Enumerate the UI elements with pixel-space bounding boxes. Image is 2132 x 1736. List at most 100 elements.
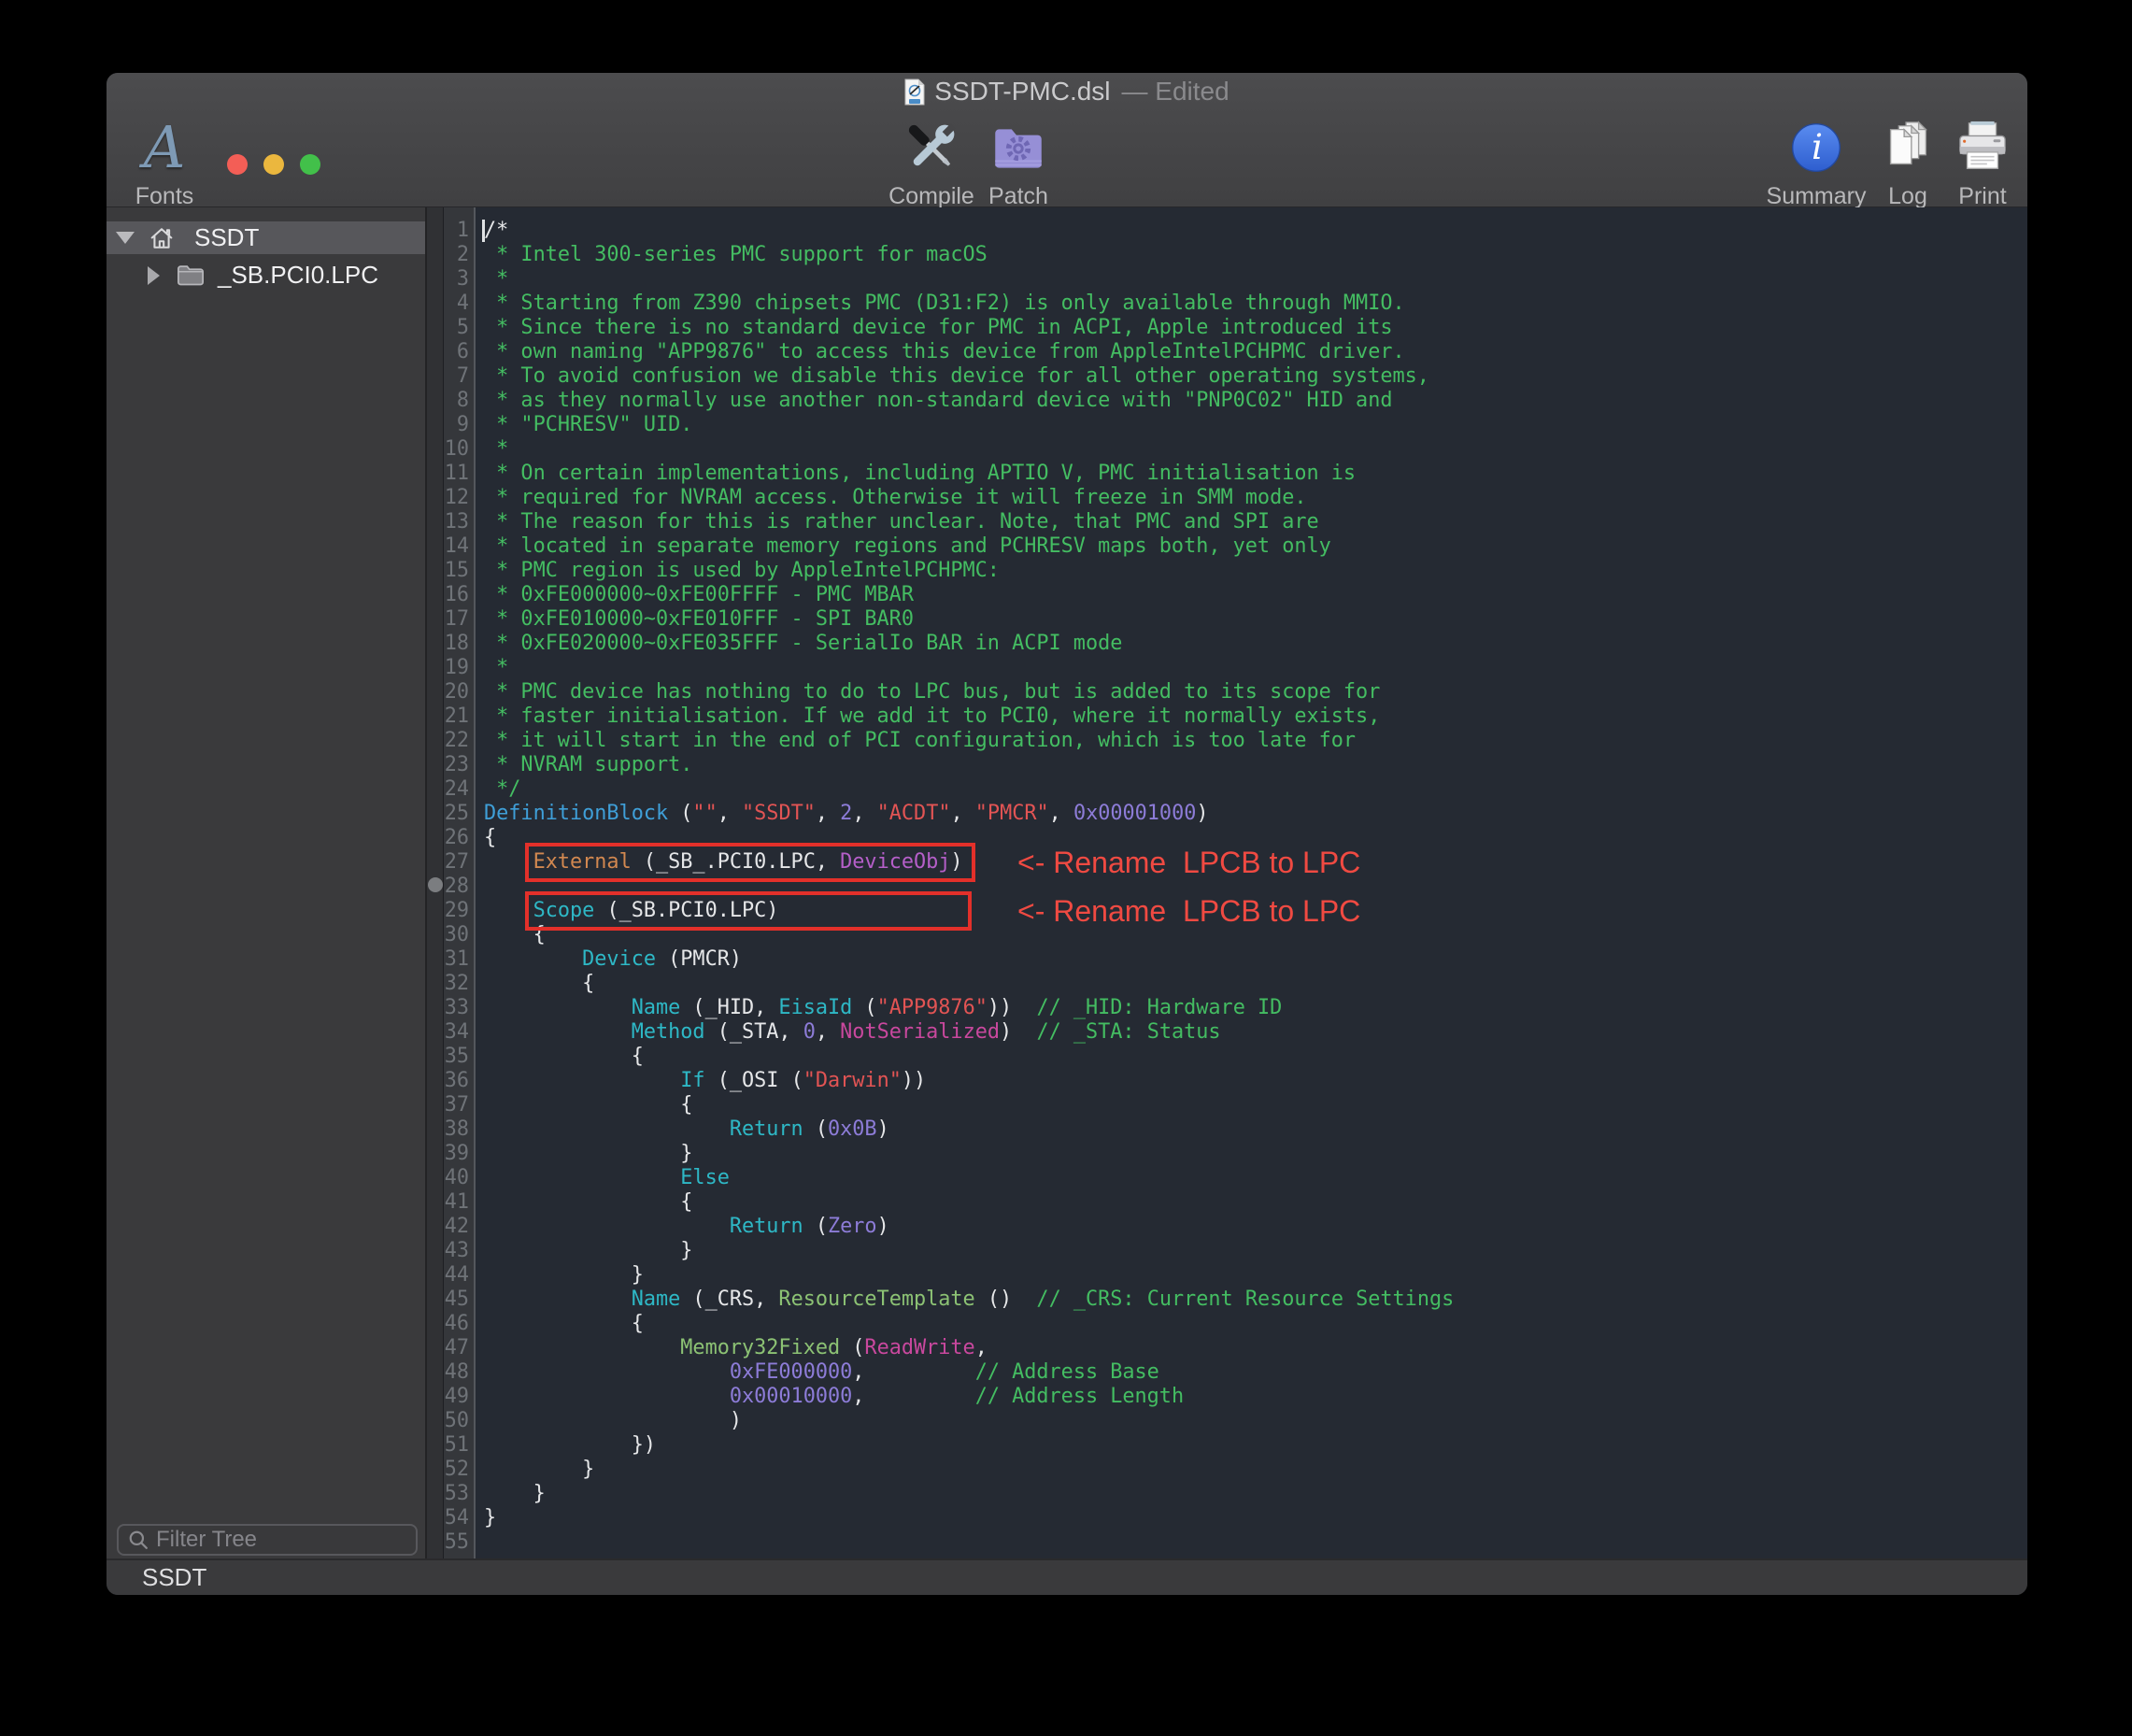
line-number: 48 — [444, 1360, 474, 1385]
line-number: 23 — [444, 753, 474, 777]
code-line: ) — [484, 1409, 2027, 1433]
disclosure-open-icon[interactable] — [116, 232, 135, 244]
code-line: } — [484, 1263, 2027, 1288]
code-line: * PMC device has nothing to do to LPC bu… — [484, 680, 2027, 704]
line-number: 55 — [444, 1530, 474, 1555]
summary-button[interactable]: i Summary — [1765, 114, 1868, 210]
patch-folder-icon — [988, 117, 1049, 178]
line-number: 14 — [444, 534, 474, 559]
minimize-button[interactable] — [263, 154, 284, 175]
line-number: 36 — [444, 1069, 474, 1093]
line-number: 15 — [444, 559, 474, 583]
code-editor[interactable]: 1234567891011121314151617181920212223242… — [427, 207, 2027, 1558]
code-line: * — [484, 437, 2027, 462]
line-number: 53 — [444, 1482, 474, 1506]
line-number: 13 — [444, 510, 474, 534]
line-number: 12 — [444, 486, 474, 510]
fonts-button[interactable]: A Fonts — [113, 114, 216, 210]
annotation-box-external — [525, 843, 975, 882]
status-path: SSDT — [142, 1563, 206, 1592]
filter-tree-input[interactable]: Filter Tree — [117, 1524, 418, 1556]
line-number: 19 — [444, 656, 474, 680]
code-line: * "PCHRESV" UID. — [484, 413, 2027, 437]
code-line: Return (Zero) — [484, 1215, 2027, 1239]
code-line: * NVRAM support. — [484, 753, 2027, 777]
line-number-gutter: 1234567891011121314151617181920212223242… — [444, 207, 476, 1558]
line-number: 24 — [444, 777, 474, 802]
sidebar-item-label: _SB.PCI0.LPC — [218, 261, 378, 290]
window-title-edited: — Edited — [1122, 77, 1229, 107]
code-line: Name (_HID, EisaId ("APP9876")) // _HID:… — [484, 996, 2027, 1020]
summary-label: Summary — [1767, 183, 1867, 210]
code-line: } — [484, 1458, 2027, 1482]
line-number: 17 — [444, 607, 474, 632]
line-number: 49 — [444, 1385, 474, 1409]
line-number: 26 — [444, 826, 474, 850]
line-number: 50 — [444, 1409, 474, 1433]
code-line: { — [484, 1312, 2027, 1336]
patch-button[interactable]: Patch — [972, 114, 1065, 210]
line-number: 45 — [444, 1288, 474, 1312]
code-line: Return (0x0B) — [484, 1117, 2027, 1142]
code-line: Name (_CRS, ResourceTemplate () // _CRS:… — [484, 1288, 2027, 1312]
line-number: 43 — [444, 1239, 474, 1263]
code-line: DefinitionBlock ("", "SSDT", 2, "ACDT", … — [484, 802, 2027, 826]
folder-icon — [177, 264, 205, 286]
status-bar: SSDT — [107, 1558, 2027, 1595]
line-number: 25 — [444, 802, 474, 826]
code-line: } — [484, 1506, 2027, 1530]
code-line: * — [484, 267, 2027, 292]
fonts-icon: A — [144, 119, 186, 177]
print-button[interactable]: Print — [1931, 114, 2027, 210]
code-line: Else — [484, 1166, 2027, 1190]
line-number: 18 — [444, 632, 474, 656]
line-number: 47 — [444, 1336, 474, 1360]
compile-label: Compile — [888, 183, 974, 210]
code-line: * Starting from Z390 chipsets PMC (D31:F… — [484, 292, 2027, 316]
annotation-text-scope: <- Rename LPCB to LPC — [1017, 891, 1360, 931]
line-number: 7 — [444, 364, 474, 389]
line-number: 28 — [444, 875, 474, 899]
disclosure-closed-icon[interactable] — [148, 266, 160, 285]
line-number: 16 — [444, 583, 474, 607]
code-line: * own naming "APP9876" to access this de… — [484, 340, 2027, 364]
code-line: * PMC region is used by AppleIntelPCHPMC… — [484, 559, 2027, 583]
summary-info-icon: i — [1788, 120, 1844, 176]
title-bar: SSDT-PMC.dsl — Edited — [107, 73, 2027, 110]
line-number: 32 — [444, 972, 474, 996]
line-number: 22 — [444, 729, 474, 753]
line-number: 40 — [444, 1166, 474, 1190]
code-line: * — [484, 656, 2027, 680]
code-line: } — [484, 1482, 2027, 1506]
code-line: * 0xFE010000~0xFE010FFF - SPI BAR0 — [484, 607, 2027, 632]
code-line: * required for NVRAM access. Otherwise i… — [484, 486, 2027, 510]
line-number: 39 — [444, 1142, 474, 1166]
code-line — [484, 1530, 2027, 1555]
zoom-button[interactable] — [300, 154, 320, 175]
line-number: 10 — [444, 437, 474, 462]
sidebar-item-ssdt[interactable]: SSDT — [107, 221, 425, 254]
code-line: }) — [484, 1433, 2027, 1458]
code-line: /* — [484, 219, 2027, 243]
log-pages-icon — [1879, 119, 1937, 177]
line-number: 42 — [444, 1215, 474, 1239]
search-icon — [128, 1530, 149, 1550]
annotation-box-scope — [525, 891, 972, 931]
code-line: If (_OSI ("Darwin")) — [484, 1069, 2027, 1093]
print-label: Print — [1958, 183, 2006, 210]
code-line: Device (PMCR) — [484, 947, 2027, 972]
code-line: */ — [484, 777, 2027, 802]
code-line: * 0xFE000000~0xFE00FFFF - PMC MBAR — [484, 583, 2027, 607]
sidebar-item-label: SSDT — [194, 223, 259, 252]
home-icon — [149, 227, 174, 249]
code-line: { — [484, 1093, 2027, 1117]
code-line: { — [484, 972, 2027, 996]
compile-button[interactable]: Compile — [885, 114, 978, 210]
close-button[interactable] — [227, 154, 248, 175]
sidebar-item-sb-pci0-lpc[interactable]: _SB.PCI0.LPC — [107, 259, 425, 292]
code-line: 0x00010000, // Address Length — [484, 1385, 2027, 1409]
line-number: 54 — [444, 1506, 474, 1530]
code-area[interactable]: /* * Intel 300-series PMC support for ma… — [476, 207, 2027, 1558]
line-number: 46 — [444, 1312, 474, 1336]
code-line: 0xFE000000, // Address Base — [484, 1360, 2027, 1385]
